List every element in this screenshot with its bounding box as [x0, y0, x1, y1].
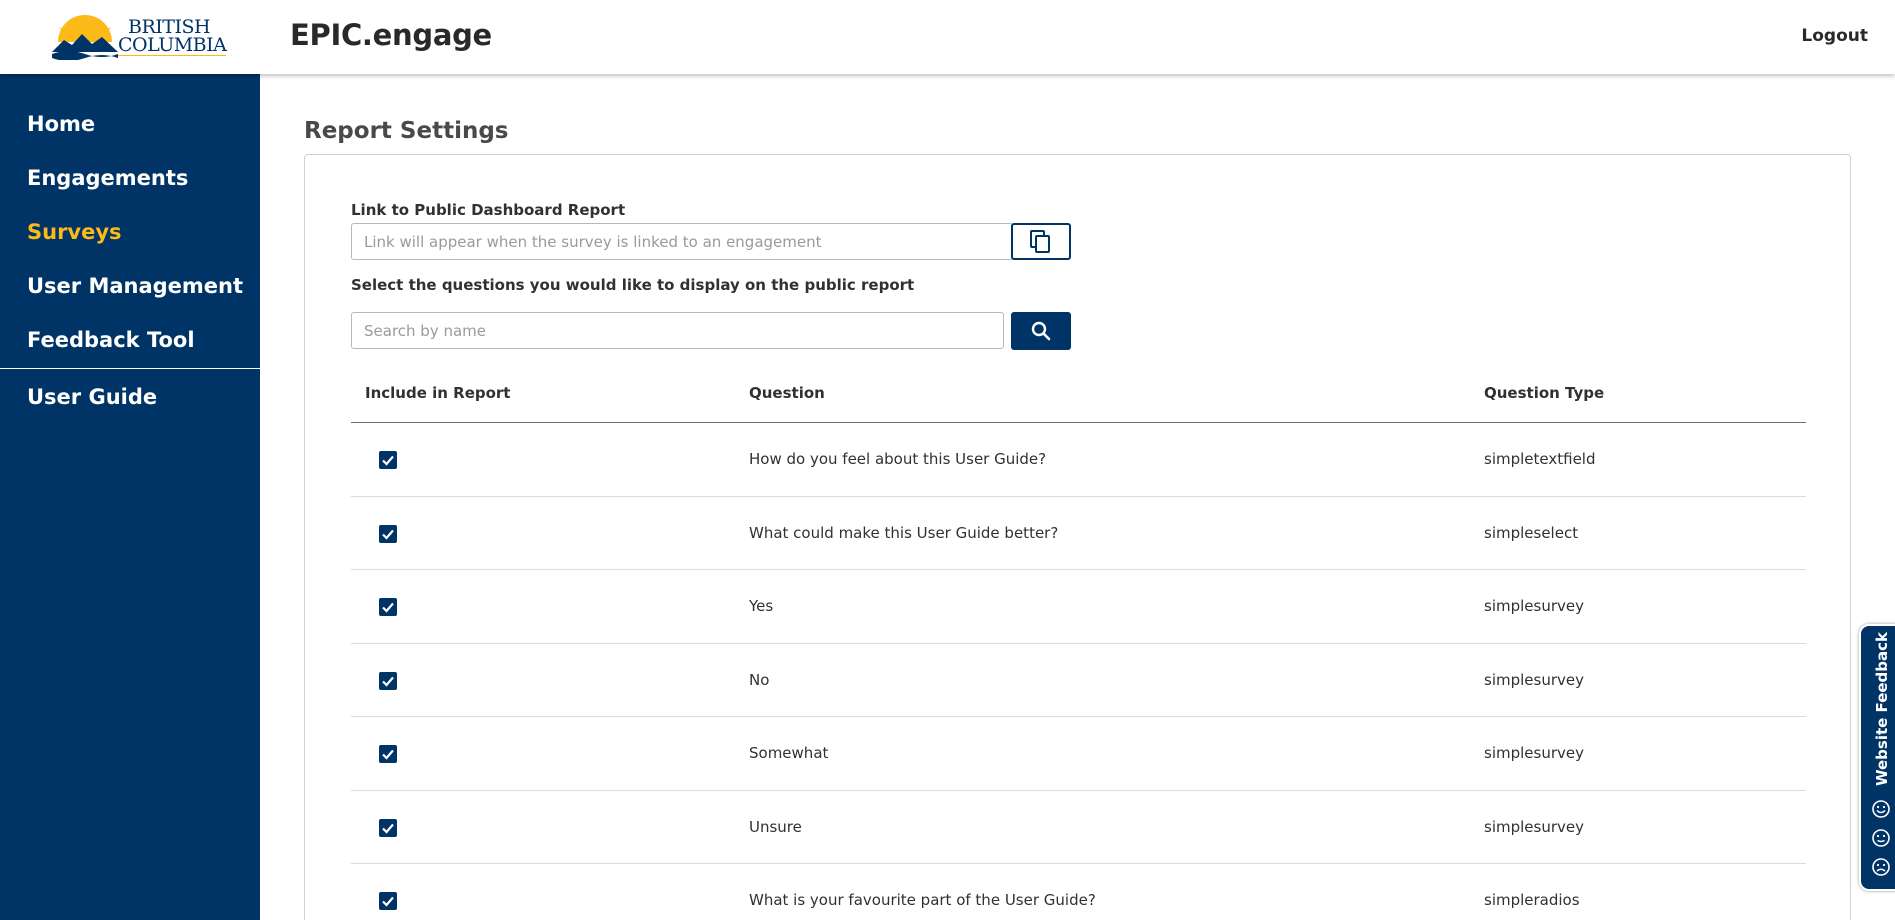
- question-type-cell: simplesurvey: [1484, 670, 1584, 689]
- search-icon: [1031, 321, 1051, 341]
- question-cell: Unsure: [749, 817, 802, 836]
- include-checkbox[interactable]: [379, 745, 397, 763]
- column-header-include[interactable]: Include in Report: [365, 365, 510, 421]
- table-row: Unsure simplesurvey: [351, 791, 1806, 864]
- logo-line-2: COLUMBIA: [118, 34, 227, 56]
- table-row: What is your favourite part of the User …: [351, 864, 1806, 920]
- copy-icon: [1030, 229, 1050, 253]
- sidebar-item-user-guide[interactable]: User Guide: [0, 370, 260, 424]
- website-feedback-tab[interactable]: Website Feedback: [1859, 624, 1895, 891]
- sidebar-item-home[interactable]: Home: [0, 97, 260, 151]
- sidebar-divider: [0, 368, 260, 369]
- app-title[interactable]: EPIC.engage: [290, 18, 492, 52]
- copy-link-button[interactable]: [1011, 223, 1071, 260]
- website-feedback-label: Website Feedback: [1873, 631, 1891, 787]
- sidebar-nav: Home Engagements Surveys User Management…: [0, 74, 260, 920]
- include-checkbox[interactable]: [379, 598, 397, 616]
- select-questions-label: Select the questions you would like to d…: [351, 276, 915, 294]
- column-header-question[interactable]: Question: [749, 365, 825, 421]
- website-feedback-label-wrap: Website Feedback: [1870, 631, 1894, 787]
- neutral-face-icon: [1872, 829, 1890, 847]
- sidebar-item-feedback-tool[interactable]: Feedback Tool: [0, 313, 260, 367]
- sunrise-mountains-icon: [52, 14, 118, 61]
- question-cell: How do you feel about this User Guide?: [749, 450, 1047, 468]
- question-cell: What is your favourite part of the User …: [749, 891, 1096, 909]
- table-row: Yes simplesurvey: [351, 570, 1806, 644]
- sidebar-item-user-management[interactable]: User Management: [0, 259, 260, 313]
- include-checkbox[interactable]: [379, 524, 397, 543]
- bc-logo-wordmark: BRITISH COLUMBIA: [118, 18, 227, 56]
- question-type-cell: simpletextfield: [1484, 450, 1596, 468]
- question-cell: No: [749, 670, 770, 689]
- checkmark-icon: [382, 896, 394, 907]
- question-type-cell: simplesurvey: [1484, 597, 1584, 615]
- table-row: What could make this User Guide better? …: [351, 497, 1806, 570]
- questions-table: Include in Report Question Question Type…: [351, 365, 1806, 920]
- public-link-label: Link to Public Dashboard Report: [351, 201, 626, 219]
- question-cell: Yes: [749, 597, 774, 615]
- search-button[interactable]: [1011, 312, 1071, 350]
- public-link-input[interactable]: [351, 223, 1013, 260]
- sidebar-item-engagements[interactable]: Engagements: [0, 151, 260, 205]
- report-settings-card: Link to Public Dashboard Report Select t…: [304, 154, 1851, 920]
- checkmark-icon: [382, 602, 394, 613]
- question-type-cell: simpleselect: [1484, 523, 1579, 542]
- checkmark-icon: [382, 676, 394, 687]
- table-header-row: Include in Report Question Question Type: [351, 365, 1806, 423]
- checkmark-icon: [382, 823, 394, 834]
- table-row: No simplesurvey: [351, 644, 1806, 717]
- column-header-question-type[interactable]: Question Type: [1484, 365, 1604, 421]
- question-type-cell: simplesurvey: [1484, 817, 1584, 836]
- include-checkbox[interactable]: [379, 671, 397, 690]
- question-type-cell: simpleradios: [1484, 891, 1580, 909]
- sidebar-primary-list: Home Engagements Surveys User Management…: [0, 74, 260, 367]
- checkmark-icon: [382, 749, 394, 760]
- bc-government-logo[interactable]: BRITISH COLUMBIA: [50, 12, 227, 61]
- include-checkbox[interactable]: [379, 818, 397, 837]
- sad-face-icon: [1872, 858, 1890, 876]
- smile-face-icon: [1872, 800, 1890, 818]
- table-row: How do you feel about this User Guide? s…: [351, 423, 1806, 497]
- include-checkbox[interactable]: [379, 451, 397, 469]
- table-row: Somewhat simplesurvey: [351, 717, 1806, 791]
- page-title: Report Settings: [304, 118, 509, 144]
- include-checkbox[interactable]: [379, 892, 397, 910]
- question-type-cell: simplesurvey: [1484, 744, 1584, 762]
- search-input[interactable]: [351, 312, 1004, 349]
- question-cell: What could make this User Guide better?: [749, 523, 1059, 542]
- question-cell: Somewhat: [749, 744, 829, 762]
- top-header: BRITISH COLUMBIA EPIC.engage Logout: [0, 0, 1895, 74]
- sidebar-item-surveys[interactable]: Surveys: [0, 205, 260, 259]
- logout-button[interactable]: Logout: [1801, 26, 1868, 46]
- checkmark-icon: [382, 455, 394, 466]
- checkmark-icon: [382, 529, 394, 540]
